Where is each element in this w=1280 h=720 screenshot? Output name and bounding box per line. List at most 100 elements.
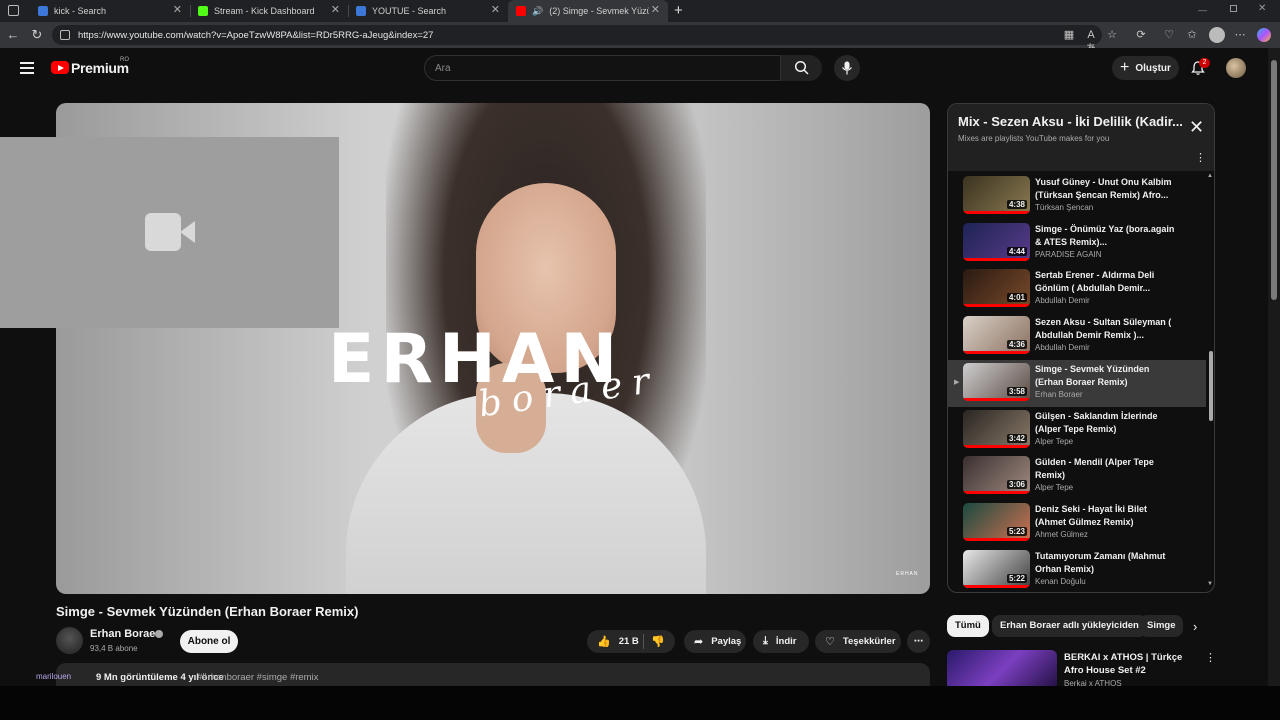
youtube-logo-icon[interactable] <box>51 61 69 74</box>
playlist-thumbnail[interactable]: 3:58 <box>963 362 1030 401</box>
playlist-item-title[interactable]: Gülşen - Saklandım İzlerinde (Alper Tepe… <box>1035 410 1175 436</box>
channel-name[interactable]: Erhan Boraer <box>90 628 160 640</box>
search-input[interactable]: Ara <box>424 55 781 81</box>
playlist-thumbnail[interactable]: 4:38 <box>963 176 1030 214</box>
playlist-item-title[interactable]: Simge - Önümüz Yaz (bora.again & ATES Re… <box>1035 223 1175 249</box>
extension-icon[interactable]: ⟳ <box>1134 28 1148 42</box>
chevron-right-icon[interactable]: › <box>1193 619 1197 634</box>
playlist-item[interactable]: 4:36 Sezen Aksu - Sultan Süleyman ( Abdul… <box>948 313 1206 360</box>
thanks-label: Teşekkürler <box>842 636 896 647</box>
close-tab-icon[interactable]: ✕ <box>491 5 500 16</box>
playlist-item-title[interactable]: Sertab Erener - Aldırma Deli Gönlüm ( Ab… <box>1035 269 1175 295</box>
close-playlist-icon[interactable]: ✕ <box>1189 118 1204 136</box>
restore-icon[interactable] <box>1230 5 1237 12</box>
copilot-icon[interactable] <box>1257 28 1271 42</box>
playlist-thumbnail[interactable]: 4:01 <box>963 269 1030 308</box>
tab-youtube-active[interactable]: 🔊 (2) Simge - Sevmek Yüzünden ✕ <box>508 0 668 22</box>
page-scrollbar[interactable] <box>1268 48 1280 686</box>
scroll-down-icon[interactable]: ▼ <box>1207 581 1213 587</box>
reload-icon[interactable]: ↻ <box>29 27 45 43</box>
search-button[interactable] <box>781 55 822 81</box>
tab-youtue-search[interactable]: YOUTUE - Search ✕ <box>348 0 508 22</box>
plus-icon: + <box>1120 59 1130 76</box>
back-icon[interactable]: ← <box>5 27 21 43</box>
tab-label: (2) Simge - Sevmek Yüzünden <box>549 6 650 16</box>
chip-simge[interactable]: Simge <box>1139 615 1183 637</box>
playlist-thumbnail[interactable]: 3:42 <box>963 409 1030 448</box>
playlist-item-title[interactable]: Gülden - Mendil (Alper Tepe Remix) <box>1035 456 1175 482</box>
playlist-items: 4:38 Yusuf Güney - Unut Onu Kalbim (Türks… <box>948 171 1214 592</box>
thanks-button[interactable]: ♡ Teşekkürler <box>815 630 901 653</box>
scroll-thumb[interactable] <box>1209 351 1213 421</box>
profile-avatar-icon[interactable] <box>1209 27 1225 43</box>
create-button[interactable]: + Oluştur <box>1112 56 1179 80</box>
more-vertical-icon[interactable]: ⋮ <box>1205 651 1216 664</box>
playlist-item[interactable]: 4:38 Yusuf Güney - Unut Onu Kalbim (Türks… <box>948 173 1206 220</box>
close-window-icon[interactable]: ✕ <box>1258 3 1266 14</box>
like-count[interactable]: 21 B <box>619 636 639 647</box>
channel-avatar[interactable] <box>56 627 83 654</box>
site-info-icon[interactable] <box>60 30 70 40</box>
app-available-icon[interactable]: ▦ <box>1062 28 1076 42</box>
recommendation-title[interactable]: BERKAI x ATHOS | Türkçe Afro House Set #… <box>1064 651 1204 677</box>
playlist-item[interactable]: 4:44 Simge - Önümüz Yaz (bora.again & ATE… <box>948 220 1206 267</box>
playlist-item[interactable]: 4:01 Sertab Erener - Aldırma Deli Gönlüm … <box>948 266 1206 313</box>
tab-kick-dashboard[interactable]: Stream - Kick Dashboard ✕ <box>190 0 348 22</box>
scroll-up-icon[interactable]: ▲ <box>1207 173 1213 179</box>
playlist-thumbnail[interactable]: 4:44 <box>963 222 1030 261</box>
playlist-item[interactable]: 3:42 Gülşen - Saklandım İzlerinde (Alper … <box>948 407 1206 454</box>
playlist-scrollbar[interactable]: ▲ ▼ <box>1207 171 1214 592</box>
page-scroll-thumb[interactable] <box>1271 60 1277 300</box>
recommendation-item[interactable]: BERKAI x ATHOS | Türkçe Afro House Set #… <box>947 650 1216 690</box>
thumbs-up-icon[interactable]: 👍 <box>597 635 611 648</box>
minimize-icon[interactable]: — <box>1198 5 1207 15</box>
playlist-menu-icon[interactable]: ⋮ <box>1195 151 1206 164</box>
playlist-thumbnail[interactable]: 3:06 <box>963 456 1030 495</box>
search-favicon-icon <box>356 6 366 16</box>
recommendation-thumbnail[interactable] <box>947 650 1057 690</box>
playlist-thumbnail[interactable]: 5:22 <box>963 549 1030 588</box>
browser-menu-icon[interactable]: ⋯ <box>1233 28 1247 42</box>
favorite-star-icon[interactable]: ☆ <box>1105 28 1119 42</box>
playlist-item-current[interactable]: ▶ 3:58 Simge - Sevmek Yüzünden (Erhan Bora… <box>948 359 1206 407</box>
playlist-item-title[interactable]: Yusuf Güney - Unut Onu Kalbim (Türksan Ş… <box>1035 176 1175 202</box>
close-tab-icon[interactable]: ✕ <box>651 5 660 16</box>
playlist-item-title[interactable]: Tutamıyorum Zamanı (Mahmut Orhan Remix) <box>1035 550 1175 576</box>
video-watermark: ERHAN <box>896 571 919 577</box>
os-taskbar <box>0 686 1280 720</box>
playlist-item-channel: Ahmet Gülmez <box>1035 529 1088 539</box>
playlist-item[interactable]: 5:22 Tutamıyorum Zamanı (Mahmut Orhan Rem… <box>948 547 1206 592</box>
new-tab-button[interactable]: + <box>674 2 683 19</box>
notification-badge: 2 <box>1199 58 1210 68</box>
close-tab-icon[interactable]: ✕ <box>331 5 340 16</box>
audio-playing-icon[interactable]: 🔊 <box>532 6 543 17</box>
tab-kick-search[interactable]: kick - Search ✕ <box>30 0 190 22</box>
close-tab-icon[interactable]: ✕ <box>173 5 182 16</box>
browser-essentials-icon[interactable]: ♡ <box>1162 28 1176 42</box>
playlist-thumbnail[interactable]: 4:36 <box>963 316 1030 355</box>
chip-from-uploader[interactable]: Erhan Boraer adlı yükleyiciden <box>992 615 1147 637</box>
more-actions-button[interactable]: ⋯ <box>907 630 930 653</box>
playlist-item[interactable]: 5:23 Deniz Seki - Hayat İki Bilet (Ahmet … <box>948 500 1206 547</box>
playlist-item-channel: PARADISE AGAIN <box>1035 249 1102 259</box>
address-bar[interactable]: https://www.youtube.com/watch?v=ApoeTzwW… <box>52 25 1102 45</box>
hashtags[interactable]: #erhanboraer #simge #remix <box>197 672 318 683</box>
download-button[interactable]: ⤓ İndir <box>753 630 809 653</box>
chip-all[interactable]: Tümü <box>947 615 989 637</box>
playlist-item-title[interactable]: Simge - Sevmek Yüzünden (Erhan Boraer Re… <box>1035 363 1175 389</box>
read-aloud-icon[interactable]: Aあ <box>1084 28 1098 55</box>
menu-hamburger-icon[interactable] <box>20 62 34 74</box>
playlist-title[interactable]: Mix - Sezen Aksu - İki Delilik (Kadir... <box>958 114 1188 129</box>
voice-search-button[interactable] <box>834 55 860 81</box>
playlist-item-title[interactable]: Sezen Aksu - Sultan Süleyman ( Abdullah … <box>1035 316 1175 342</box>
duration-badge: 4:38 <box>1006 200 1027 209</box>
playlist-item[interactable]: 3:06 Gülden - Mendil (Alper Tepe Remix) Al… <box>948 453 1206 500</box>
thumbs-down-icon[interactable]: 👎 <box>651 635 665 648</box>
account-avatar[interactable] <box>1226 58 1246 78</box>
subscribe-button[interactable]: Abone ol <box>180 630 238 653</box>
favorites-icon[interactable]: ✩ <box>1185 28 1199 42</box>
window-icon[interactable] <box>8 5 19 16</box>
playlist-item-title[interactable]: Deniz Seki - Hayat İki Bilet (Ahmet Gülm… <box>1035 503 1175 529</box>
share-button[interactable]: ➦ Paylaş <box>684 630 746 653</box>
playlist-thumbnail[interactable]: 5:23 <box>963 502 1030 541</box>
